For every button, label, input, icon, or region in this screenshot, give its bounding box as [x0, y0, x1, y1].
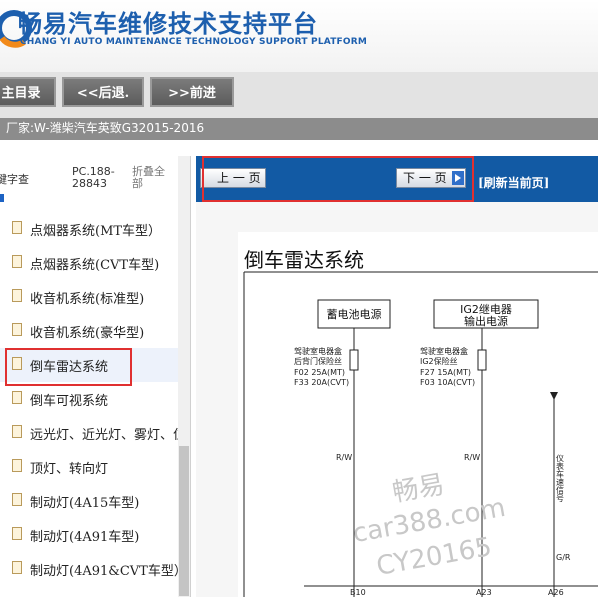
fuse2-line4: F03 10A(CVT) [420, 378, 475, 387]
vehicle-info-bar: 厂家:W-潍柴汽车英致G32015-2016 [0, 118, 598, 140]
pin-b10: B10 [350, 588, 366, 597]
tree-item-radio-standard[interactable]: 收音机系统(标准型) [0, 280, 178, 314]
fuse1-line4: F33 20A(CVT) [294, 378, 349, 387]
tree-list: 点烟器系统(MT车型） 点烟器系统(CVT车型) 收音机系统(标准型) 收音机系… [0, 212, 178, 586]
tree-item-label: 收音机系统(标准型) [30, 292, 145, 307]
nav-toolbar: 主目录 <<后退. >>前进 [0, 72, 598, 118]
pin-a26: A26 [548, 588, 564, 597]
tree-item-reverse-camera[interactable]: 倒车可视系统 [0, 382, 178, 416]
tab-active-indicator [0, 194, 4, 202]
tree-item-label: 点烟器系统(CVT车型) [30, 258, 160, 273]
pager-highlight [202, 156, 474, 202]
ig2-output-label: 输出电源 [464, 314, 508, 328]
tree-item-dome-turn[interactable]: 顶灯、转向灯 [0, 450, 178, 484]
document-page: 倒车雷达系统 蓄电池电源 IG2继电器 输出电源 驾驶室电器盒 后背门保险丝 F… [238, 232, 598, 597]
tree-item-cigarette-cvt[interactable]: 点烟器系统(CVT车型) [0, 246, 178, 280]
app-title: 畅易汽车维修技术支持平台 [18, 10, 318, 38]
document-icon [12, 391, 22, 404]
speed-signal-label: 仪表车速信号 [556, 454, 565, 503]
scrollbar-thumb[interactable] [179, 446, 189, 596]
wire-color-3: G/R [556, 553, 571, 562]
wire-color-1: R/W [336, 453, 352, 462]
fuse1-line2: 后背门保险丝 [294, 356, 342, 366]
pin-a23: A23 [476, 588, 492, 597]
sidebar-tabs: 键字查 PC.188- 28843 折叠全 部 [0, 156, 190, 208]
main-menu-button[interactable]: 主目录 [0, 77, 56, 107]
vehicle-info-text: 厂家:W-潍柴汽车英致G32015-2016 [6, 121, 205, 135]
app-subtitle: CHANG YI AUTO MAINTENANCE TECHNOLOGY SUP… [20, 37, 368, 47]
tree-item-label: 点烟器系统(MT车型） [30, 224, 162, 239]
forward-button[interactable]: >>前进 [150, 77, 234, 107]
separator [0, 140, 598, 156]
tree-item-label: 收音机系统(豪华型) [30, 326, 145, 341]
battery-power-label: 蓄电池电源 [327, 307, 382, 321]
sidebar-scrollbar[interactable] [178, 156, 190, 597]
tree-item-label: 制动灯(4A91&CVT车型） [30, 564, 178, 579]
tree-item-label: 倒车可视系统 [30, 394, 109, 409]
document-icon [12, 289, 22, 302]
tree-item-brake-4a91[interactable]: 制动灯(4A91车型) [0, 518, 178, 552]
tree-item-brake-4a15[interactable]: 制动灯(4A15车型) [0, 484, 178, 518]
document-icon [12, 527, 22, 540]
document-icon [12, 425, 22, 438]
fuse1-line3: F02 25A(MT) [294, 368, 345, 377]
tree-item-radio-deluxe[interactable]: 收音机系统(豪华型) [0, 314, 178, 348]
document-icon [12, 493, 22, 506]
tab-pc-code[interactable]: PC.188- 28843 [72, 166, 115, 190]
back-button[interactable]: <<后退. [62, 77, 144, 107]
selected-item-highlight [5, 348, 132, 386]
document-icon [12, 459, 22, 472]
fuse2-line2: IG2保险丝 [420, 356, 458, 366]
fuse2-line3: F27 15A(MT) [420, 368, 471, 377]
tree-item-label: 远光灯、近光灯、雾灯、位置灯 [30, 428, 178, 443]
tree-item-label: 顶灯、转向灯 [30, 462, 109, 477]
tree-item-brake-4a91-cvt[interactable]: 制动灯(4A91&CVT车型） [0, 552, 178, 586]
tree-item-cigarette-mt[interactable]: 点烟器系统(MT车型） [0, 212, 178, 246]
refresh-page-link[interactable]: [刷新当前页] [478, 174, 549, 191]
app-header: 畅易汽车维修技术支持平台 CHANG YI AUTO MAINTENANCE T… [0, 0, 598, 72]
tab-keyword-search[interactable]: 键字查 [0, 174, 29, 186]
tree-item-label: 制动灯(4A91车型) [30, 530, 140, 545]
tree-item-label: 制动灯(4A15车型) [30, 496, 140, 511]
document-icon [12, 323, 22, 336]
tab-collapse-line2: 部 [132, 177, 143, 190]
tab-pc-line2: 28843 [72, 177, 107, 190]
wiring-diagram: 蓄电池电源 IG2继电器 输出电源 驾驶室电器盒 后背门保险丝 F02 25A(… [243, 271, 598, 597]
document-icon [12, 221, 22, 234]
document-icon [12, 561, 22, 574]
tab-collapse-all[interactable]: 折叠全 部 [132, 166, 165, 190]
fuse2-line1: 驾驶室电器盒 [420, 346, 468, 356]
fuse1-line1: 驾驶室电器盒 [294, 346, 342, 356]
tree-item-lights[interactable]: 远光灯、近光灯、雾灯、位置灯 [0, 416, 178, 450]
document-icon [12, 255, 22, 268]
wire-color-2: R/W [464, 453, 480, 462]
